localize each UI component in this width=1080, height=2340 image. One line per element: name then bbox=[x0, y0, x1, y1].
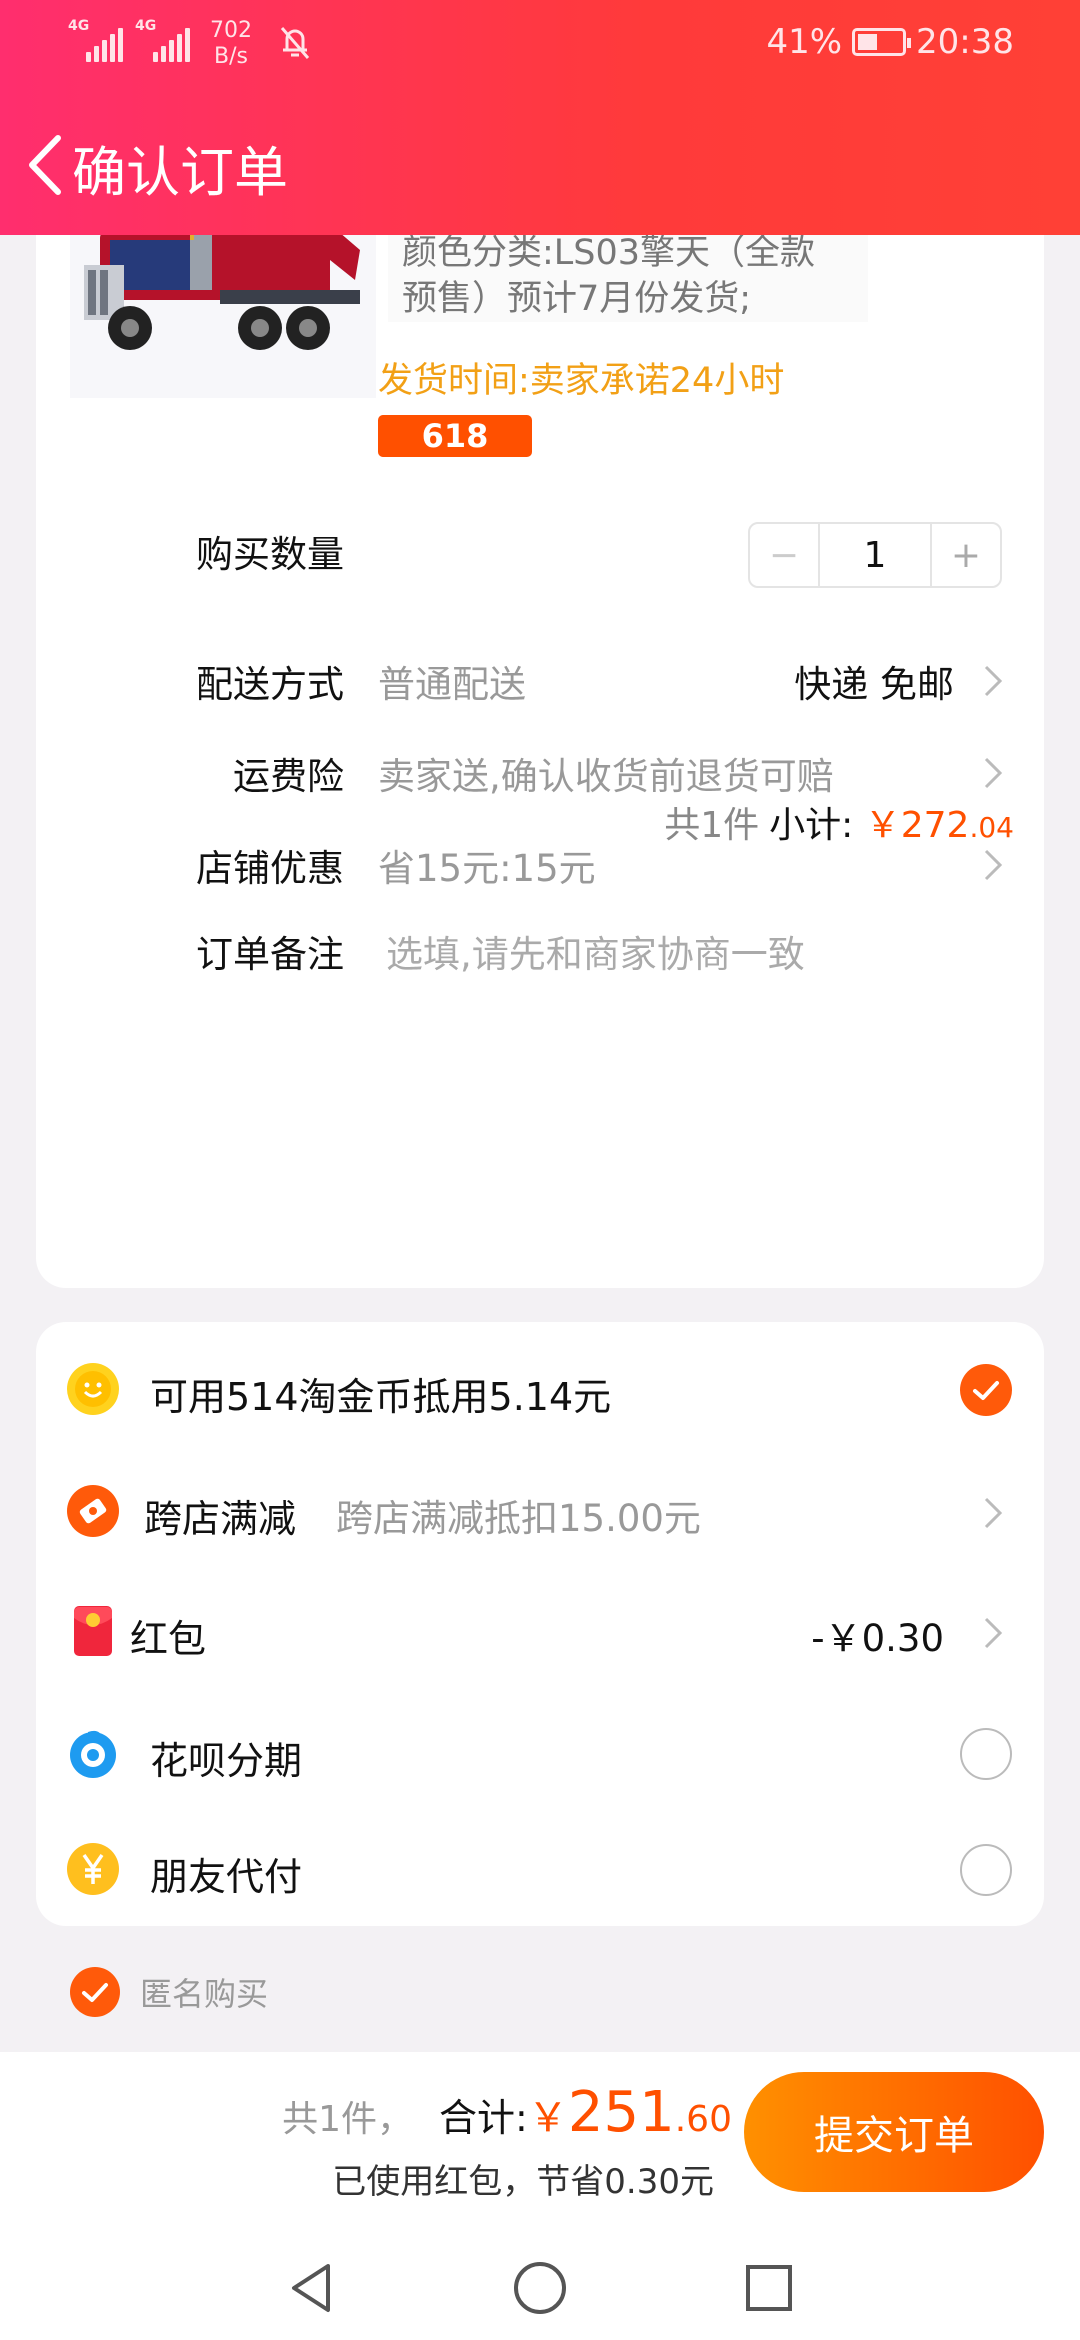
subtotal: 共1件 小计: ￥272.04 bbox=[664, 796, 1014, 848]
battery-icon bbox=[852, 28, 912, 56]
quantity-value[interactable]: 1 bbox=[820, 524, 930, 586]
quantity-stepper: − 1 + bbox=[748, 522, 1002, 588]
total-line: 共1件， 合计: ￥ 251 .60 bbox=[282, 2080, 732, 2145]
submit-order-button[interactable]: 提交订单 bbox=[744, 2072, 1044, 2192]
subtotal-count: 共1件 bbox=[664, 805, 760, 846]
insurance-value: 卖家送,确认收货前退货可赔 bbox=[378, 755, 834, 798]
friend-pay-label: 朋友代付 bbox=[150, 1855, 303, 1899]
bell-muted-icon bbox=[280, 27, 310, 59]
cross-store-value: 跨店满减抵扣15.00元 bbox=[336, 1497, 701, 1540]
system-nav-bar bbox=[0, 2240, 1080, 2340]
order-note-row: 订单备注 选填,请先和商家协商一致 bbox=[36, 910, 1044, 990]
saving-note: 已使用红包，节省0.30元 bbox=[332, 2162, 714, 2202]
red-packet-icon bbox=[74, 1606, 112, 1656]
yuan-coin-icon bbox=[67, 1843, 119, 1895]
taojinbi-label: 可用514淘金币抵用5.14元 bbox=[150, 1375, 612, 1419]
nav-back-icon[interactable] bbox=[286, 2258, 336, 2318]
check-icon bbox=[973, 1381, 999, 1400]
signal-icon: 4G bbox=[68, 18, 123, 62]
nav-home-icon[interactable] bbox=[512, 2258, 568, 2318]
total-label: 合计: bbox=[439, 2096, 528, 2140]
anonymous-purchase[interactable]: 匿名购买 bbox=[70, 1964, 268, 2020]
page-title: 确认订单 bbox=[72, 141, 288, 204]
checkout-bar: 共1件， 合计: ￥ 251 .60 已使用红包，节省0.30元 提交订单 bbox=[0, 2052, 1080, 2240]
subtotal-label: 小计: bbox=[769, 805, 854, 846]
check-icon bbox=[82, 1983, 108, 2002]
chevron-right-icon bbox=[984, 665, 1003, 697]
product-sku: 颜色分类:LS03擎天（全款 预售）预计7月份发货; bbox=[388, 230, 868, 322]
subtotal-price: ￥272.04 bbox=[864, 805, 1014, 846]
friend-pay-radio[interactable] bbox=[960, 1844, 1012, 1896]
delivery-option: 快递 免邮 bbox=[794, 663, 954, 706]
taojinbi-coin-icon bbox=[67, 1363, 119, 1415]
delivery-value: 普通配送 bbox=[378, 663, 526, 706]
taojinbi-checkbox[interactable] bbox=[960, 1364, 1012, 1416]
chevron-right-icon bbox=[984, 849, 1003, 881]
back-arrow-icon[interactable] bbox=[18, 130, 78, 200]
total-decimal: .60 bbox=[674, 2099, 732, 2140]
huabei-icon bbox=[70, 1730, 116, 1778]
red-packet-label: 红包 bbox=[130, 1617, 207, 1661]
quantity-minus-button[interactable]: − bbox=[750, 524, 820, 586]
quantity-plus-button[interactable]: + bbox=[930, 524, 1000, 586]
order-note-input[interactable]: 选填,请先和商家协商一致 bbox=[386, 924, 805, 978]
anonymous-label: 匿名购买 bbox=[140, 1975, 269, 2013]
taojinbi-row[interactable]: 可用514淘金币抵用5.14元 bbox=[36, 1344, 1044, 1434]
network-speed: 702 B/s bbox=[210, 18, 252, 69]
promo-tag-618: 618 bbox=[378, 415, 532, 457]
total-count: 共1件， bbox=[282, 2099, 414, 2140]
nav-bar: 确认订单 bbox=[0, 120, 1080, 210]
shop-discount-label: 店铺优惠 bbox=[196, 847, 344, 890]
cross-store-label: 跨店满减 bbox=[144, 1497, 297, 1541]
huabei-label: 花呗分期 bbox=[150, 1739, 303, 1783]
delivery-label: 配送方式 bbox=[196, 663, 344, 706]
huabei-row[interactable]: 花呗分期 bbox=[36, 1708, 1044, 1798]
chevron-right-icon bbox=[984, 1617, 1003, 1649]
benefits-card: 可用514淘金币抵用5.14元 跨店满减 跨店满减抵扣15.00元 红包 -￥0… bbox=[36, 1322, 1044, 1926]
chevron-right-icon bbox=[984, 757, 1003, 789]
nav-recents-icon[interactable] bbox=[744, 2258, 794, 2318]
app-header: 4G 4G 702 B/s 41% 20:38 确认订单 bbox=[0, 0, 1080, 235]
insurance-label: 运费险 bbox=[233, 755, 344, 798]
quantity-label: 购买数量 bbox=[196, 533, 344, 576]
signal-icon-2: 4G bbox=[135, 18, 190, 62]
clock: 20:38 bbox=[916, 22, 1014, 62]
ship-time: 发货时间:卖家承诺24小时 bbox=[378, 361, 785, 401]
total-currency: ￥ bbox=[527, 2095, 568, 2141]
red-packet-row[interactable]: 红包 -￥0.30 bbox=[36, 1586, 1044, 1676]
huabei-radio[interactable] bbox=[960, 1728, 1012, 1780]
red-packet-value: -￥0.30 bbox=[811, 1617, 944, 1660]
order-card: 颜色分类:LS03擎天（全款 预售）预计7月份发货; 发货时间:卖家承诺24小时… bbox=[36, 160, 1044, 1288]
total-integer: 251 bbox=[567, 2080, 675, 2145]
friend-pay-row[interactable]: 朋友代付 bbox=[36, 1824, 1044, 1914]
status-bar: 4G 4G 702 B/s 41% 20:38 bbox=[0, 0, 1080, 90]
order-note-label: 订单备注 bbox=[196, 933, 344, 976]
anonymous-checkbox[interactable] bbox=[70, 1967, 120, 2017]
coupon-ticket-icon bbox=[67, 1485, 119, 1537]
delivery-row[interactable]: 配送方式 普通配送 快递 免邮 bbox=[36, 640, 1044, 720]
shop-discount-value: 省15元:15元 bbox=[378, 847, 596, 890]
chevron-right-icon bbox=[984, 1497, 1003, 1529]
battery-percent: 41% bbox=[766, 22, 843, 62]
cross-store-row[interactable]: 跨店满减 跨店满减抵扣15.00元 bbox=[36, 1466, 1044, 1556]
